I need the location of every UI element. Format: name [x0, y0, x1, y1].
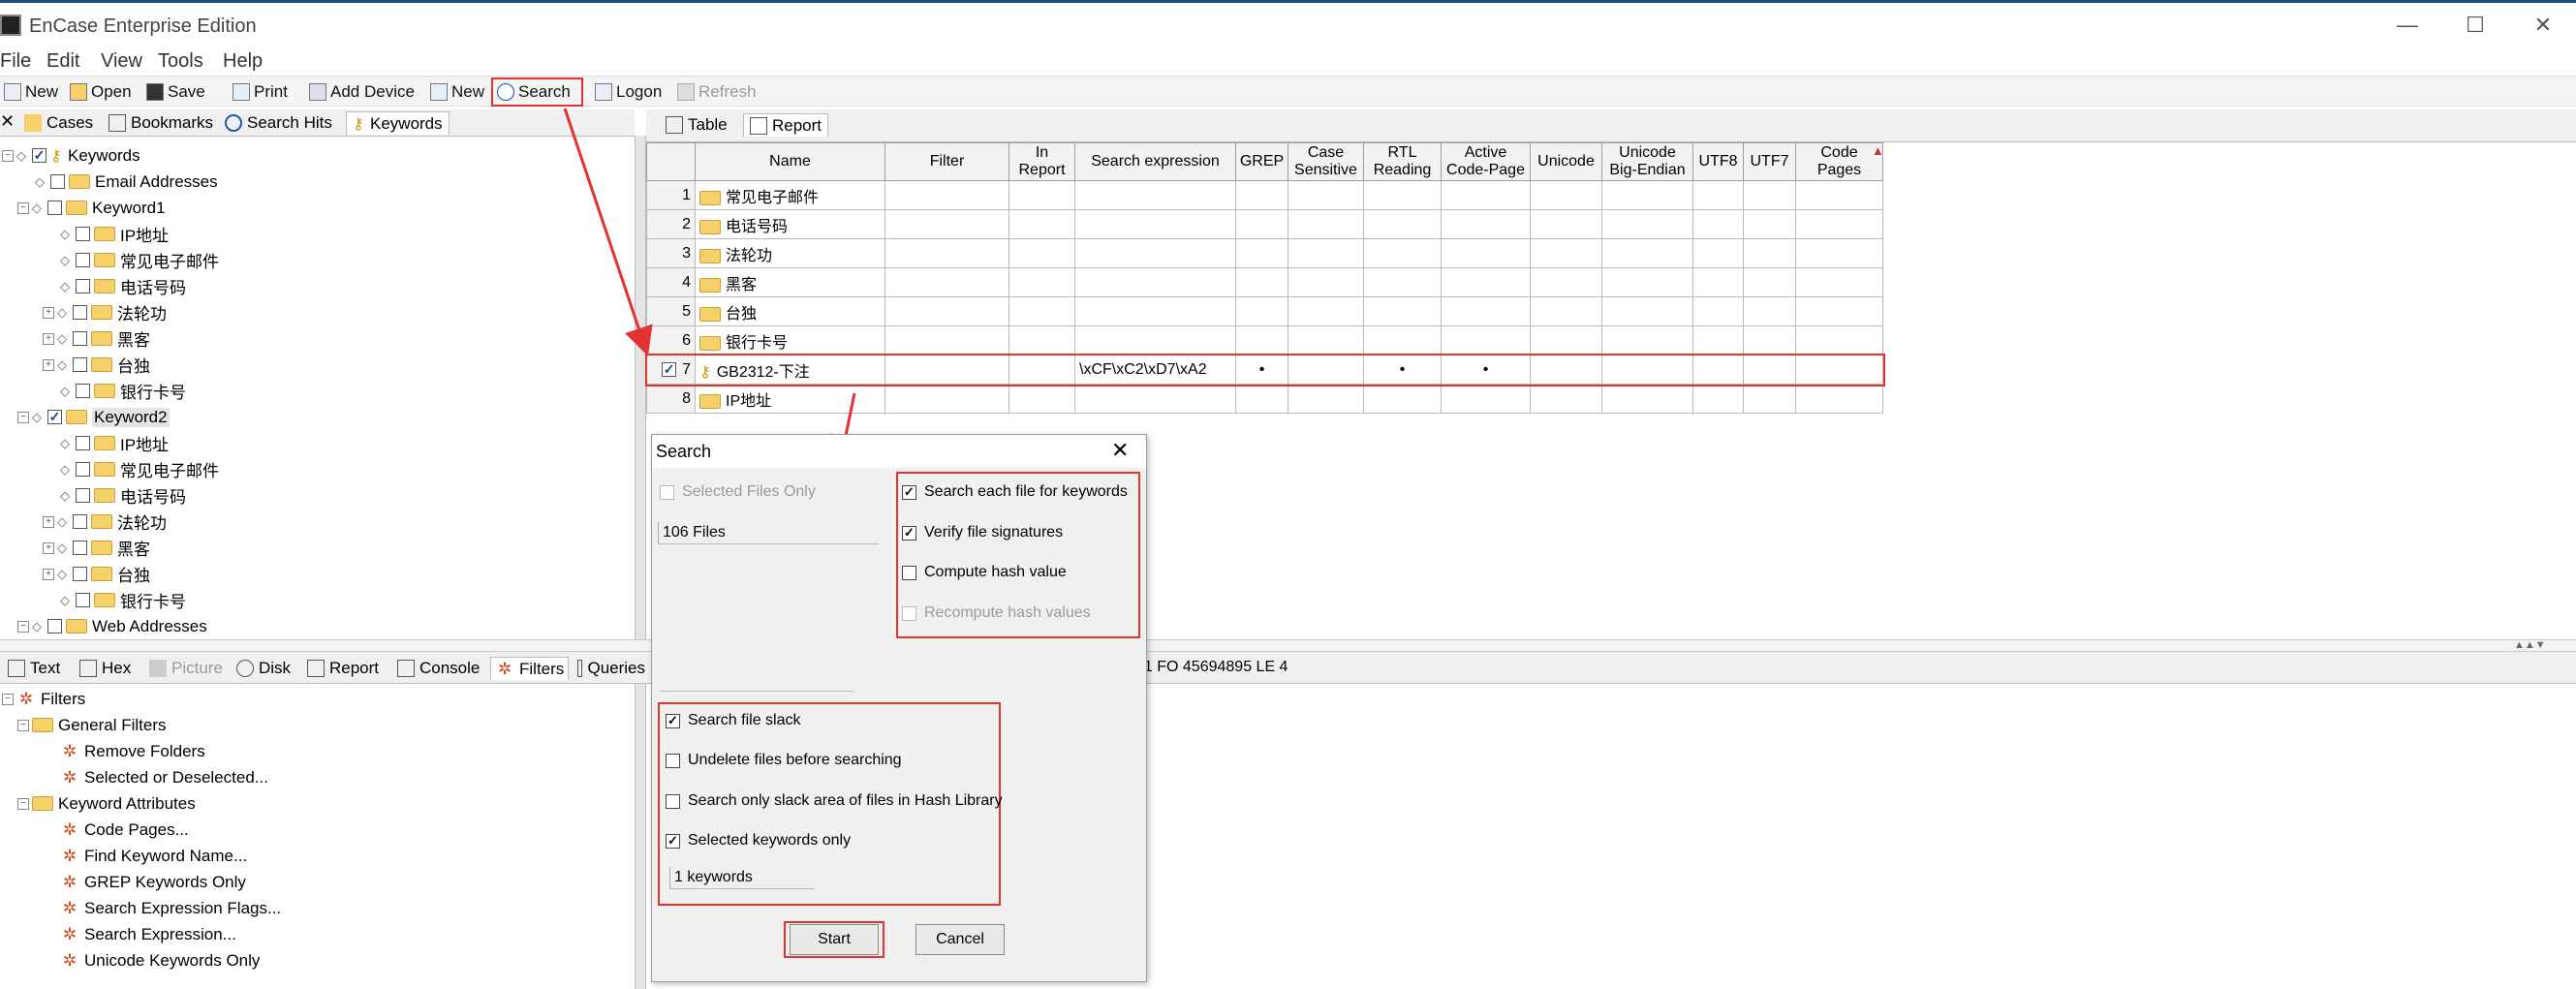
- checkbox-box[interactable]: ✓: [902, 525, 916, 541]
- selected-files-only-checkbox[interactable]: Selected Files Only: [660, 483, 816, 501]
- checkbox-label: Search only slack area of files in Hash …: [688, 792, 1003, 809]
- cancel-button[interactable]: Cancel: [916, 924, 1005, 955]
- dialog-title: Search: [656, 442, 712, 461]
- checkbox-box[interactable]: ✓: [666, 833, 680, 849]
- dialog-close-icon[interactable]: ✕: [1111, 438, 1129, 463]
- selected-keywords-only-checkbox[interactable]: ✓ Selected keywords only: [666, 832, 851, 850]
- checkbox-label: Selected keywords only: [688, 832, 852, 849]
- undelete-checkbox[interactable]: Undelete files before searching: [666, 752, 902, 769]
- arrow-search-to-row: [563, 108, 653, 356]
- checkbox-label: Compute hash value: [924, 564, 1067, 580]
- files-count-field: 106 Files: [658, 522, 879, 544]
- checkbox-label: Verify file signatures: [924, 524, 1064, 541]
- annotation-arrows: [563, 108, 860, 465]
- search-slack-checkbox[interactable]: ✓ Search file slack: [666, 712, 801, 729]
- compute-hash-checkbox[interactable]: Compute hash value: [902, 564, 1067, 581]
- checkbox-label: Selected Files Only: [682, 483, 816, 500]
- recompute-hash-checkbox[interactable]: Recompute hash values: [902, 604, 1091, 622]
- separator: [660, 691, 853, 692]
- checkbox-box[interactable]: [902, 565, 916, 580]
- search-each-file-checkbox[interactable]: ✓ Search each file for keywords: [902, 483, 1128, 501]
- checkbox-box[interactable]: ✓: [666, 713, 680, 728]
- slack-only-hash-checkbox[interactable]: Search only slack area of files in Hash …: [666, 792, 1003, 810]
- checkbox-box[interactable]: [666, 793, 680, 809]
- checkbox-label: Recompute hash values: [924, 604, 1091, 621]
- checkbox-box[interactable]: [902, 605, 916, 621]
- checkbox-box[interactable]: [666, 753, 680, 768]
- checkbox-label: Search each file for keywords: [924, 483, 1128, 500]
- search-dialog: Search ✕ Selected Files Only 106 Files ✓…: [651, 434, 1147, 982]
- start-button[interactable]: Start: [790, 924, 879, 955]
- checkbox-label: Undelete files before searching: [688, 752, 902, 768]
- checkbox-label: Search file slack: [688, 712, 801, 728]
- dialog-title-bar: Search ✕: [652, 435, 1146, 468]
- keywords-count-field: 1 keywords: [669, 867, 815, 889]
- checkbox-box[interactable]: [660, 484, 674, 500]
- checkbox-box[interactable]: ✓: [902, 484, 916, 500]
- verify-signatures-checkbox[interactable]: ✓ Verify file signatures: [902, 524, 1063, 541]
